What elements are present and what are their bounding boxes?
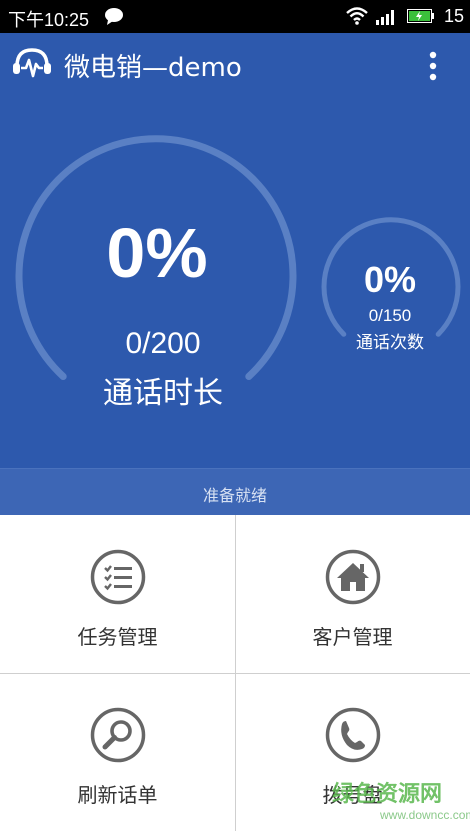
search-icon: [90, 707, 146, 763]
call-duration-label: 通话时长: [103, 376, 223, 411]
call-count-count: 0/150: [368, 306, 412, 325]
menu-item-label: 任务管理: [77, 625, 158, 649]
battery-level: 15: [443, 6, 464, 26]
watermark-text: 绿色资源网: [332, 782, 443, 807]
watermark-url: www.downcc.com: [380, 808, 470, 822]
call-duration-count: 0/200: [125, 327, 201, 360]
task-list-icon: [90, 549, 146, 605]
menu-item-label: 刷新话单: [77, 783, 158, 807]
menu-item-customer-management[interactable]: 客户管理: [235, 515, 470, 673]
headset-logo-icon: [13, 48, 51, 78]
status-bar: 下午10:25 15: [0, 0, 470, 33]
call-duration-percent: 0%: [106, 214, 208, 292]
menu-item-label: 客户管理: [312, 625, 393, 649]
status-time: 下午10:25: [8, 10, 90, 30]
dashboard-header: 微电销—demo 0% 0/200 通话时长 0% 0/150 通话次数 准备就…: [0, 33, 470, 516]
status-strip: 准备就绪: [0, 468, 470, 516]
status-text: 准备就绪: [202, 486, 267, 505]
home-icon: [325, 549, 381, 605]
menu-item-task-management[interactable]: 任务管理: [0, 515, 235, 673]
more-vert-icon[interactable]: [422, 50, 444, 82]
phone-icon: [325, 707, 381, 763]
battery-icon: [407, 9, 434, 23]
signal-icon: [376, 10, 394, 25]
chat-icon: [105, 8, 123, 25]
wifi-icon: [346, 7, 368, 25]
call-count-percent: 0%: [363, 259, 417, 300]
grid-divider-horizontal: [0, 673, 470, 674]
app-title: 微电销—demo: [64, 53, 242, 83]
call-count-label: 通话次数: [356, 333, 424, 353]
app-bar: 微电销—demo: [0, 33, 470, 99]
menu-item-refresh-calls[interactable]: 刷新话单: [0, 673, 235, 831]
